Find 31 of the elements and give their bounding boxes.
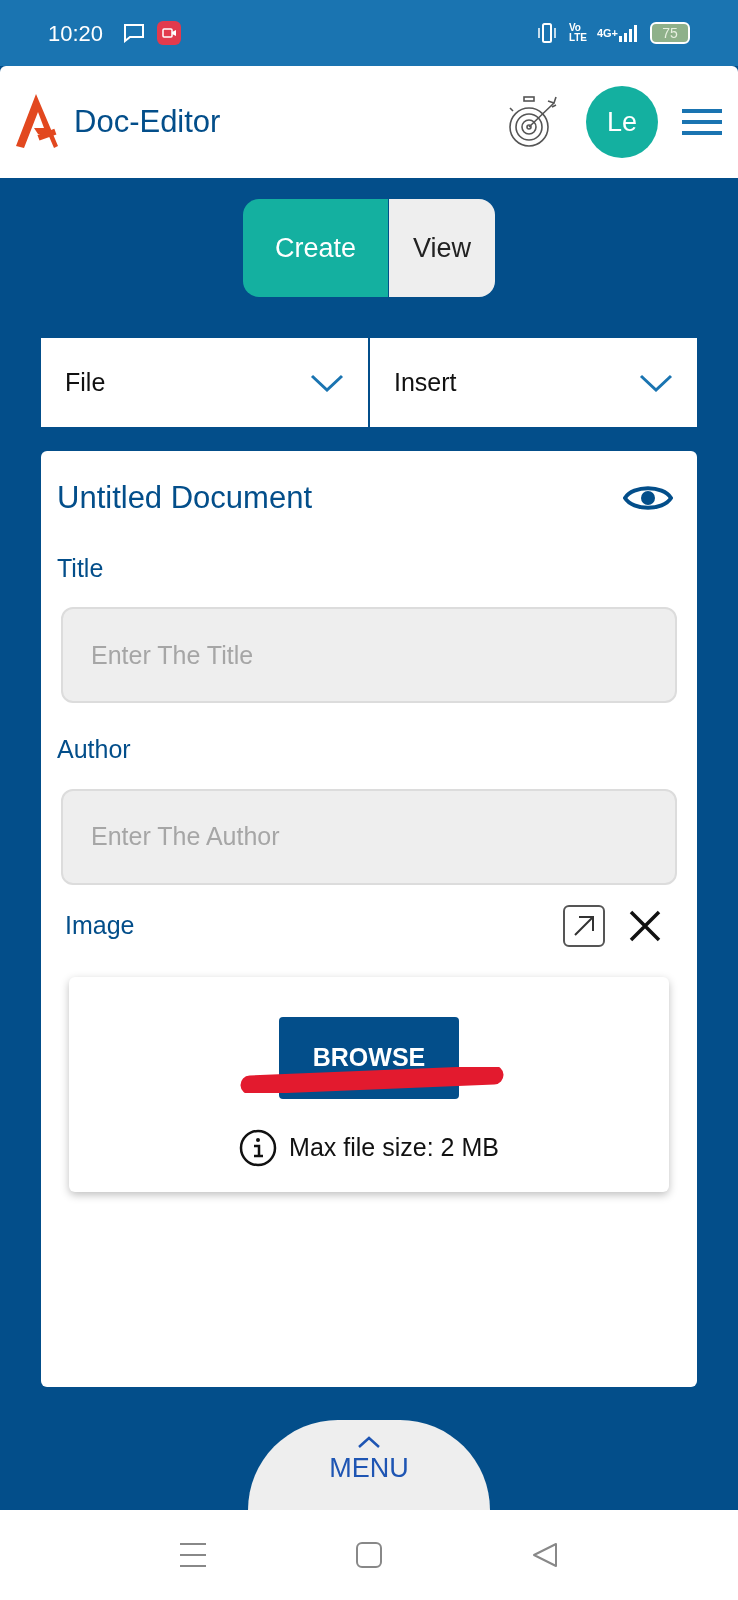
close-icon[interactable]: [629, 909, 661, 942]
expand-icon[interactable]: [563, 904, 605, 947]
recents-icon[interactable]: [180, 1542, 206, 1568]
field-label: Author: [57, 734, 132, 765]
battery-icon: 75: [650, 22, 690, 44]
menu-button[interactable]: MENU: [248, 1420, 490, 1510]
signal-icon: [618, 23, 638, 43]
text-field[interactable]: Enter The Title: [61, 607, 677, 703]
home-icon[interactable]: [356, 1542, 382, 1568]
vibrate-icon: [536, 22, 557, 44]
message-icon: [123, 23, 146, 43]
text-field[interactable]: Enter The Author: [61, 788, 677, 885]
field-label: Image: [65, 909, 135, 941]
back-icon[interactable]: [532, 1542, 558, 1568]
chevron-down-icon: [639, 373, 673, 392]
mode-tab[interactable]: View: [388, 199, 496, 297]
camera-icon: [157, 21, 182, 45]
app-title: Doc-Editor: [74, 102, 221, 141]
volte-label: Vo LTE: [568, 23, 585, 43]
chevron-up-icon: [358, 1436, 380, 1448]
document-title: Untitled Document: [57, 479, 312, 517]
dropdown-menu[interactable]: File: [41, 338, 368, 427]
chevron-down-icon: [310, 373, 344, 392]
clock: 10:20: [48, 19, 104, 48]
info-icon: [239, 1128, 278, 1167]
dropdown-menu[interactable]: Insert: [368, 338, 697, 427]
field-label: Title: [57, 552, 105, 584]
file-size-note: Max file size: 2 MB: [289, 1131, 499, 1163]
network-label: 4G+: [596, 25, 618, 41]
logo-icon: [16, 94, 58, 150]
menu-icon[interactable]: [682, 108, 722, 136]
